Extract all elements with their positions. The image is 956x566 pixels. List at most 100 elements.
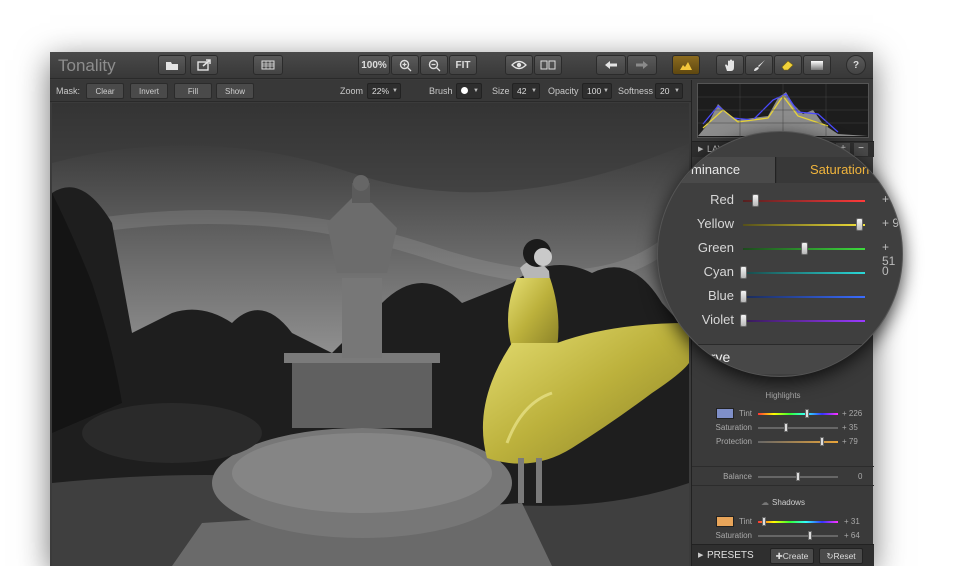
highlights-saturation-value: + 35 — [842, 423, 858, 432]
highlights-tint-label: Tint — [738, 409, 752, 418]
hand-tool-button[interactable] — [716, 55, 744, 75]
zoom-out-icon — [428, 59, 440, 71]
saturation-slider-knob[interactable] — [740, 314, 747, 327]
fit-button[interactable]: FIT — [449, 55, 477, 75]
size-select[interactable]: 42 ▼ — [512, 83, 540, 99]
shadows-title: ☁ Shadows — [692, 498, 874, 507]
saturation-value: 0 — [882, 264, 889, 278]
remove-layer-button[interactable]: − — [854, 143, 868, 156]
preview-button[interactable] — [505, 55, 533, 75]
shadows-title-text: Shadows — [772, 498, 805, 507]
highlights-tint-slider[interactable] — [758, 413, 838, 415]
highlights-tint-knob[interactable] — [805, 409, 809, 418]
zoom-in-button[interactable] — [391, 55, 419, 75]
folder-icon — [166, 61, 178, 70]
shadows-saturation-row: Saturation + 64 — [692, 529, 874, 543]
reset-button[interactable]: ↻Reset — [819, 548, 863, 564]
mask-fill-button[interactable]: Fill — [174, 83, 212, 99]
shadows-tint-slider[interactable] — [758, 521, 838, 523]
highlights-saturation-label: Saturation — [715, 423, 752, 432]
saturation-slider-track[interactable] — [743, 272, 865, 274]
help-button[interactable]: ? — [846, 55, 866, 75]
zoom-100-button[interactable]: 100% — [358, 55, 390, 75]
highlights-tint-row: Tint + 226 — [692, 407, 874, 421]
highlights-protection-value: + 79 — [842, 437, 858, 446]
highlights-saturation-row: Saturation + 35 — [692, 421, 874, 435]
opacity-value: 100 — [587, 86, 602, 96]
opacity-select[interactable]: 100 ▼ — [582, 83, 612, 99]
compare-button[interactable] — [534, 55, 562, 75]
eraser-tool-button[interactable] — [774, 55, 802, 75]
curve-header[interactable]: urve — [658, 344, 902, 374]
create-preset-button[interactable]: ✚Create — [770, 548, 814, 564]
saturation-slider-knob[interactable] — [740, 290, 747, 303]
mask-show-button[interactable]: Show — [216, 83, 254, 99]
filmstrip-button[interactable] — [253, 55, 283, 75]
saturation-slider-track[interactable] — [743, 200, 865, 202]
balance-value: 0 — [858, 472, 863, 481]
shadows-tint-value: + 31 — [844, 517, 860, 526]
saturation-magnifier: minance Saturation Red + Yellow + 9 Green + 5… — [657, 131, 903, 377]
shadows-section: ☁ Shadows Tint + 31 Saturation + 64 — [692, 494, 874, 544]
highlights-swatch[interactable] — [716, 408, 734, 419]
highlights-protection-knob[interactable] — [820, 437, 824, 446]
chevron-down-icon: ▼ — [674, 88, 680, 94]
histogram-button[interactable] — [672, 55, 700, 75]
tab-luminance-label: minance — [691, 162, 741, 177]
saturation-slider-track[interactable] — [743, 296, 865, 298]
highlights-title: Highlights — [765, 391, 801, 400]
saturation-row-yellow: Yellow + 9 — [658, 215, 902, 235]
chevron-down-icon: ▼ — [603, 88, 609, 94]
saturation-slider-knob[interactable] — [752, 194, 759, 207]
brush-select[interactable]: ▼ — [456, 83, 482, 99]
shadows-saturation-label: Saturation — [715, 531, 752, 540]
redo-button[interactable] — [627, 55, 657, 75]
tab-saturation-label: Saturation — [810, 162, 870, 177]
size-value: 42 — [517, 86, 527, 96]
zoom-select[interactable]: 22% ▼ — [367, 83, 401, 99]
zoom-label: Zoom — [340, 86, 364, 96]
eye-icon — [511, 60, 527, 70]
zoom-out-button[interactable] — [420, 55, 448, 75]
balance-knob[interactable] — [796, 472, 800, 481]
undo-button[interactable] — [596, 55, 626, 75]
shadows-swatch[interactable] — [716, 516, 734, 527]
open-button[interactable] — [158, 55, 186, 75]
presets-label[interactable]: PRESETS — [707, 550, 754, 561]
saturation-row-green: Green + 51 — [658, 239, 902, 268]
export-button[interactable] — [190, 55, 218, 75]
help-icon: ? — [852, 59, 860, 71]
gradient-tool-button[interactable] — [803, 55, 831, 75]
highlights-saturation-knob[interactable] — [784, 423, 788, 432]
photo-canvas[interactable] — [52, 103, 689, 566]
mask-toolbar: Mask: Clear Invert Fill Show Zoom 22% ▼ B… — [50, 80, 691, 102]
saturation-label: Yellow — [696, 216, 734, 231]
softness-value: 20 — [660, 86, 670, 96]
balance-row: Balance 0 — [692, 466, 874, 486]
saturation-slider-knob[interactable] — [856, 218, 863, 231]
zoom-in-icon — [399, 59, 411, 71]
softness-select[interactable]: 20 ▼ — [655, 83, 683, 99]
shadows-saturation-value: + 64 — [844, 531, 860, 540]
shadows-tint-knob[interactable] — [762, 517, 766, 526]
saturation-slider-track[interactable] — [743, 224, 865, 226]
mask-clear-button[interactable]: Clear — [86, 83, 124, 99]
saturation-slider-knob[interactable] — [740, 266, 747, 279]
tab-luminance[interactable]: minance — [658, 157, 776, 183]
zoom-value: 22% — [372, 86, 390, 96]
saturation-label: Green — [697, 240, 734, 255]
shadows-saturation-slider[interactable] — [758, 535, 838, 537]
redo-arrow-icon — [636, 60, 648, 69]
mask-invert-button[interactable]: Invert — [130, 83, 168, 99]
brush-tool-button[interactable] — [745, 55, 773, 75]
highlights-protection-slider[interactable] — [758, 441, 838, 443]
highlights-saturation-slider[interactable] — [758, 427, 838, 429]
saturation-slider-track[interactable] — [743, 320, 865, 322]
cloud-icon: ☁ — [761, 498, 770, 507]
tab-saturation[interactable]: Saturation — [777, 157, 902, 183]
saturation-row-violet: Violet — [658, 311, 902, 331]
saturation-slider-knob[interactable] — [801, 242, 808, 255]
triangle-right-icon: ▶ — [698, 146, 704, 153]
shadows-saturation-knob[interactable] — [808, 531, 812, 540]
saturation-label: Violet — [701, 312, 734, 327]
